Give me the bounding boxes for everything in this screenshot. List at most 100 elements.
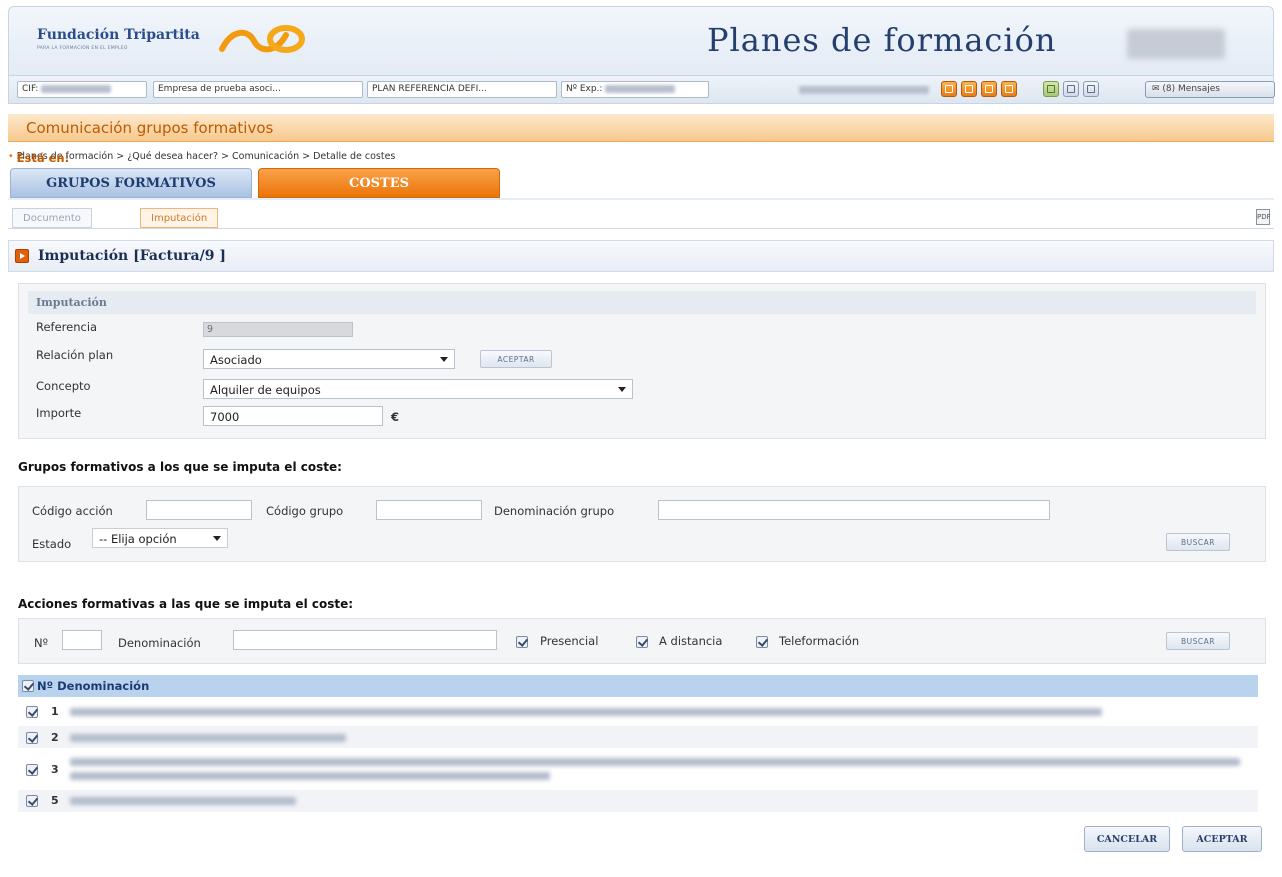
date-redacted (799, 86, 929, 94)
referencia-label: Referencia (36, 320, 98, 334)
denominacion-label: Denominación (118, 636, 201, 650)
row-number: 5 (51, 794, 59, 807)
company-chip[interactable]: Empresa de prueba asoci... (153, 81, 363, 98)
pdf-icon[interactable]: PDF (1256, 209, 1271, 225)
grupos-filter-panel (18, 486, 1266, 562)
row-denominacion-redacted (70, 708, 1102, 716)
acciones-table-header: Nº Denominación (18, 675, 1258, 697)
relacion-plan-label: Relación plan (36, 348, 114, 362)
relacion-plan-value: Asociado (210, 353, 262, 367)
cancelar-button[interactable]: CANCELAR (1084, 826, 1170, 852)
chevron-down-icon (213, 536, 221, 541)
concepto-label: Concepto (36, 379, 91, 393)
aceptar-button[interactable]: ACEPTAR (1182, 826, 1262, 852)
row-denominacion-redacted (70, 758, 1240, 766)
table-header-label: Nº Denominación (37, 679, 150, 693)
grupos-section-title: Grupos formativos a los que se imputa el… (18, 460, 342, 474)
table-row[interactable]: 1 (18, 700, 1258, 722)
section-title-bar: Comunicación grupos formativos (8, 114, 1274, 142)
plan-chip[interactable]: PLAN REFERENCIA DEFI... (367, 81, 557, 98)
toolbar-orange-2-icon[interactable] (961, 81, 977, 97)
teleformacion-label: Teleformación (779, 634, 860, 648)
a-distancia-checkbox[interactable] (636, 636, 648, 648)
edit-icon[interactable] (1083, 81, 1099, 97)
logo: Fundación Tripartita PARA LA FORMACIÓN E… (37, 27, 200, 51)
estado-value: -- Elija opción (99, 532, 177, 546)
importe-label: Importe (36, 406, 82, 420)
codigo-accion-label: Código acción (32, 504, 113, 518)
concepto-value: Alquiler de equipos (210, 383, 321, 397)
cif-redacted (41, 84, 112, 93)
messages-button[interactable]: ✉ (8) Mensajes (1145, 81, 1275, 98)
estado-label: Estado (32, 537, 72, 551)
section-title: Comunicación grupos formativos (26, 119, 274, 137)
exp-redacted (605, 84, 676, 93)
chevron-down-icon (618, 387, 626, 392)
buscar-acciones-button[interactable]: BUSCAR (1166, 632, 1230, 650)
estado-select[interactable]: -- Elija opción (92, 528, 228, 548)
toolbar-orange-4-icon[interactable] (1001, 81, 1017, 97)
cif-label: CIF: (22, 84, 39, 94)
concepto-select[interactable]: Alquiler de equipos (203, 379, 633, 399)
form-header: Imputación (28, 291, 1256, 314)
tab-grupos-formativos[interactable]: GRUPOS FORMATIVOS (10, 168, 252, 198)
subtab-imputacion[interactable]: Imputación (140, 208, 219, 228)
exp-chip: Nº Exp.: (561, 81, 709, 98)
envelope-icon: ✉ (1152, 84, 1160, 94)
table-row[interactable]: 3 (18, 752, 1258, 786)
chevron-down-icon (440, 357, 448, 362)
denominacion-grupo-label: Denominación grupo (494, 504, 615, 518)
denominacion-grupo-input[interactable] (658, 500, 1050, 520)
row-denominacion-redacted (70, 734, 346, 742)
org-tagline: PARA LA FORMACIÓN EN EL EMPLEO (37, 46, 128, 51)
toolbar-green-icon[interactable] (1043, 81, 1059, 97)
breadcrumb-path[interactable]: Planes de formación > ¿Qué desea hacer? … (17, 151, 396, 162)
num-input[interactable] (62, 630, 102, 650)
row-number: 2 (51, 731, 59, 744)
tab-costes[interactable]: COSTES (258, 168, 500, 198)
buscar-grupos-button[interactable]: BUSCAR (1166, 533, 1230, 551)
row-checkbox[interactable] (26, 706, 38, 718)
breadcrumb-bullet-icon: • (8, 151, 14, 162)
row-number: 3 (51, 763, 59, 776)
codigo-grupo-label: Código grupo (266, 504, 344, 518)
aceptar-relacion-button[interactable]: ACEPTAR (480, 350, 552, 368)
row-checkbox[interactable] (26, 764, 38, 776)
collapse-arrow-icon[interactable] (15, 249, 29, 263)
home-icon[interactable] (981, 81, 997, 97)
teleformacion-checkbox[interactable] (756, 636, 768, 648)
breadcrumb: • Está en: Planes de formación > ¿Qué de… (8, 151, 396, 165)
exp-label: Nº Exp.: (566, 84, 603, 94)
messages-label: (8) Mensajes (1162, 84, 1220, 94)
denominacion-input[interactable] (233, 630, 497, 650)
num-label: Nº (34, 636, 49, 650)
table-row[interactable]: 2 (18, 726, 1258, 748)
table-row[interactable]: 5 (18, 790, 1258, 812)
row-denominacion-redacted (70, 797, 296, 805)
context-bar: CIF: Empresa de prueba asoci... PLAN REF… (8, 76, 1275, 104)
row-checkbox[interactable] (26, 795, 38, 807)
row-denominacion-redacted (70, 772, 550, 780)
acciones-section-title: Acciones formativas a las que se imputa … (18, 597, 354, 611)
app-header: Fundación Tripartita PARA LA FORMACIÓN E… (8, 6, 1274, 76)
breadcrumb-label: Está en: (16, 151, 70, 165)
org-name: Fundación Tripartita (37, 27, 200, 43)
app-title: Planes de formación (707, 21, 1057, 59)
logo-mark-icon (219, 25, 305, 53)
tabs-divider (8, 198, 1274, 200)
subtabs-divider (8, 228, 1274, 229)
select-all-checkbox[interactable] (22, 680, 34, 692)
currency-symbol: € (391, 410, 400, 424)
subtab-documento[interactable]: Documento (12, 208, 92, 228)
codigo-grupo-input[interactable] (376, 500, 482, 520)
codigo-accion-input[interactable] (146, 500, 252, 520)
relacion-plan-select[interactable]: Asociado (203, 349, 455, 369)
imputacion-title: Imputación [Factura/9 ] (38, 248, 226, 264)
row-checkbox[interactable] (26, 732, 38, 744)
presencial-checkbox[interactable] (516, 636, 528, 648)
redacted-year (1127, 29, 1225, 59)
importe-input[interactable]: 7000 (203, 406, 383, 426)
toolbar-orange-1-icon[interactable] (941, 81, 957, 97)
download-icon[interactable] (1063, 81, 1079, 97)
cif-chip: CIF: (17, 81, 147, 98)
